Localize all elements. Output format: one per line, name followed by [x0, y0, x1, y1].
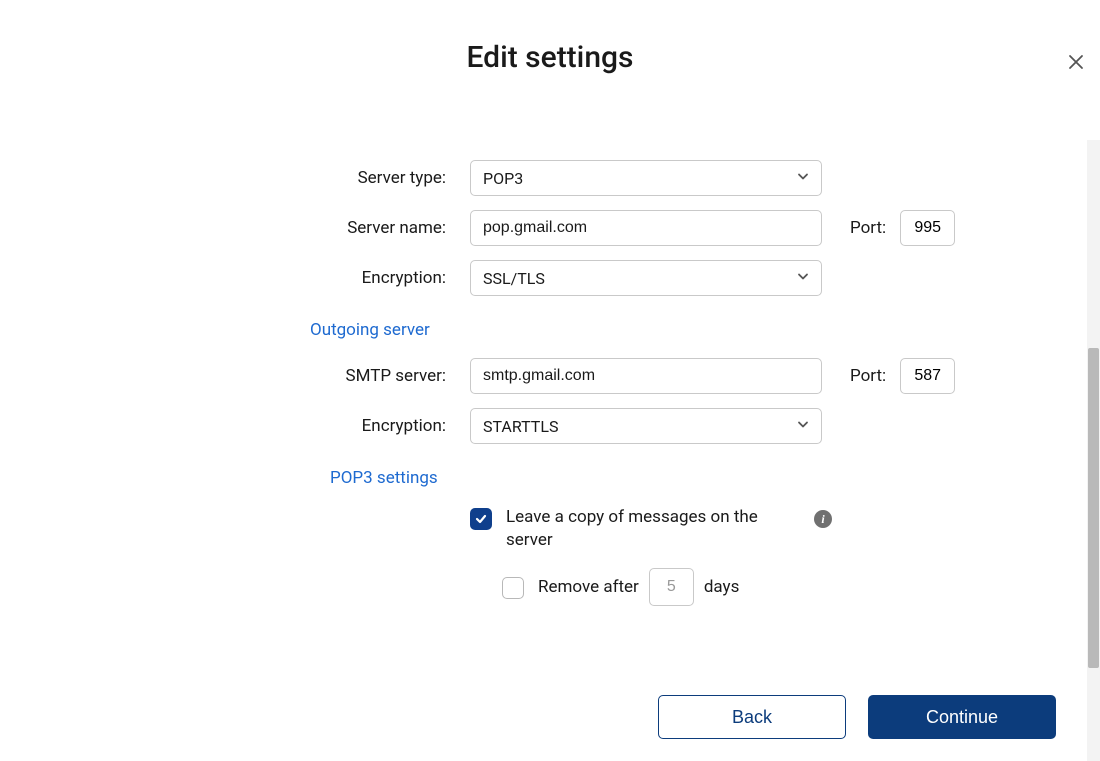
info-icon[interactable]: i: [814, 510, 832, 528]
server-name-input[interactable]: [470, 210, 822, 246]
dialog-footer: Back Continue: [658, 695, 1056, 739]
outgoing-port-input[interactable]: [900, 358, 955, 394]
leave-copy-checkbox[interactable]: [470, 508, 492, 530]
remove-after-checkbox[interactable]: [502, 577, 524, 599]
pop3-section-title: POP3 settings: [330, 468, 990, 488]
incoming-encryption-label: Encryption:: [110, 268, 470, 288]
incoming-encryption-select[interactable]: SSL/TLS: [470, 260, 822, 296]
close-button[interactable]: [1064, 50, 1088, 74]
remove-after-suffix: days: [704, 577, 740, 597]
outgoing-encryption-value: STARTTLS: [483, 417, 558, 436]
back-button[interactable]: Back: [658, 695, 846, 739]
scrollbar-track[interactable]: [1087, 140, 1100, 761]
continue-button[interactable]: Continue: [868, 695, 1056, 739]
outgoing-encryption-select[interactable]: STARTTLS: [470, 408, 822, 444]
checkmark-icon: [474, 512, 488, 526]
form-scroll-area: Server type: POP3 Server name: Port: Enc…: [0, 140, 1100, 671]
close-icon: [1068, 54, 1084, 70]
server-type-select[interactable]: POP3: [470, 160, 822, 196]
incoming-encryption-value: SSL/TLS: [483, 269, 545, 288]
page-title: Edit settings: [0, 40, 1100, 75]
outgoing-section-title: Outgoing server: [310, 320, 990, 340]
leave-copy-label: Leave a copy of messages on the server: [506, 506, 786, 552]
remove-after-days-input[interactable]: [649, 568, 694, 606]
outgoing-encryption-label: Encryption:: [110, 416, 470, 436]
server-type-value: POP3: [483, 169, 523, 188]
smtp-server-input[interactable]: [470, 358, 822, 394]
outgoing-port-label: Port:: [850, 366, 886, 386]
server-name-label: Server name:: [110, 218, 470, 238]
scrollbar-thumb[interactable]: [1088, 348, 1099, 668]
server-type-label: Server type:: [110, 168, 470, 188]
smtp-server-label: SMTP server:: [110, 366, 470, 386]
remove-after-label: Remove after: [538, 577, 639, 597]
incoming-port-input[interactable]: [900, 210, 955, 246]
incoming-port-label: Port:: [850, 218, 886, 238]
